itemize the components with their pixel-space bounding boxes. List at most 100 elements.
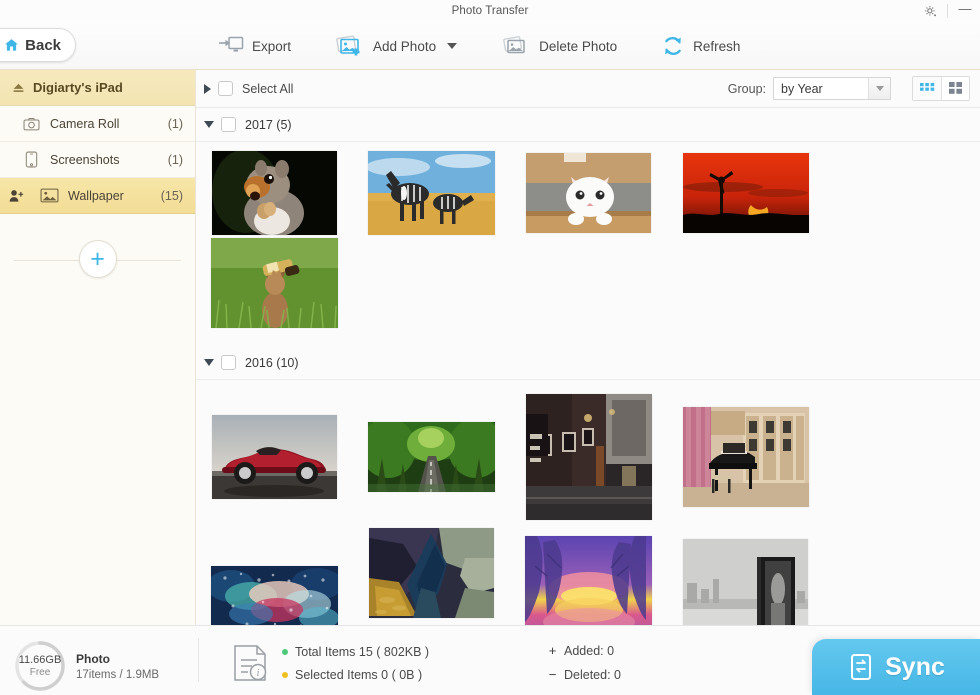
group-header-2016: 2016 (10) bbox=[196, 346, 980, 380]
export-button[interactable]: Export bbox=[196, 22, 313, 70]
thumb-piano-room bbox=[682, 407, 809, 507]
thumb-squirrel-bottle bbox=[211, 238, 338, 328]
view-mode-large-button[interactable] bbox=[941, 77, 969, 100]
expand-all-toggle[interactable] bbox=[204, 83, 211, 94]
add-photo-button[interactable]: Add Photo bbox=[313, 22, 479, 70]
phone-icon bbox=[12, 151, 50, 168]
view-mode-small-button[interactable] bbox=[913, 77, 941, 100]
items-lines: Total Items 15 ( 802KB ) Selected Items … bbox=[282, 645, 429, 682]
thumb-sunset-windmill bbox=[682, 153, 809, 233]
grid-small-icon bbox=[919, 82, 934, 91]
gear-icon bbox=[924, 5, 936, 16]
eject-icon bbox=[13, 83, 24, 92]
change-counts: + Added: 0 − Deleted: 0 bbox=[548, 643, 621, 682]
storage-detail: Photo 17items / 1.9MB bbox=[76, 652, 159, 681]
sync-label: Sync bbox=[885, 652, 945, 681]
back-button[interactable]: Back bbox=[0, 28, 76, 62]
sync-device-icon bbox=[851, 654, 872, 680]
photo-thumbnail[interactable] bbox=[196, 528, 353, 625]
photo-thumbnail[interactable] bbox=[510, 148, 667, 238]
photo-thumbnail[interactable] bbox=[667, 528, 824, 625]
collapse-toggle[interactable] bbox=[204, 359, 214, 366]
thumb-squirrel bbox=[212, 151, 337, 235]
settings-button[interactable] bbox=[915, 0, 945, 22]
sidebar-item-count: (1) bbox=[167, 152, 183, 167]
status-bar: 11.66GB Free Photo 17items / 1.9MB i Tot… bbox=[0, 625, 980, 695]
delete-photo-icon bbox=[503, 35, 525, 53]
toolbar-actions: Export Add Photo Delete Photo Refresh bbox=[196, 22, 762, 70]
control-divider bbox=[947, 4, 948, 18]
total-items-line: Total Items 15 ( 802KB ) bbox=[282, 645, 429, 659]
add-album-button[interactable]: + bbox=[78, 240, 117, 278]
added-text: Added: 0 bbox=[564, 643, 615, 658]
chevron-down-icon[interactable] bbox=[447, 43, 458, 49]
refresh-button[interactable]: Refresh bbox=[639, 22, 762, 70]
plus-icon: + bbox=[90, 244, 105, 273]
window-controls: — bbox=[915, 0, 980, 22]
thumb-zebras bbox=[368, 151, 495, 235]
thumb-red-car bbox=[212, 415, 337, 499]
device-row[interactable]: Digiarty's iPad bbox=[0, 70, 195, 106]
thumbnail-grid-2017 bbox=[196, 142, 980, 328]
collapse-toggle[interactable] bbox=[204, 121, 214, 128]
minimize-button[interactable]: — bbox=[950, 0, 980, 22]
chevron-down-icon[interactable] bbox=[868, 78, 890, 99]
group-checkbox[interactable] bbox=[221, 355, 236, 370]
sidebar-item-screenshots[interactable]: Screenshots (1) bbox=[0, 142, 195, 178]
sidebar-item-count: (1) bbox=[167, 116, 183, 131]
photo-thumbnail[interactable] bbox=[667, 148, 824, 238]
photo-transfer-window: Photo Transfer — Back Export Add Photo D… bbox=[0, 0, 980, 695]
group-controls: Group: by Year bbox=[728, 76, 970, 101]
add-photo-label: Add Photo bbox=[373, 38, 437, 54]
group-label-text: 2017 (5) bbox=[245, 117, 292, 132]
storage-state: Free bbox=[29, 666, 51, 678]
photo-thumbnail[interactable] bbox=[353, 386, 510, 528]
photo-thumbnail[interactable] bbox=[353, 148, 510, 238]
thumb-bokeh-rain bbox=[211, 566, 338, 625]
thumb-bw-doorway bbox=[683, 539, 808, 625]
group-select[interactable]: by Year bbox=[773, 77, 891, 100]
content-toolbar: Select All Group: by Year bbox=[196, 70, 980, 108]
select-all-checkbox[interactable] bbox=[218, 81, 233, 96]
deleted-text: Deleted: 0 bbox=[564, 667, 621, 682]
minus-sign-icon: − bbox=[548, 667, 557, 682]
total-items-text: Total Items 15 ( 802KB ) bbox=[295, 644, 430, 659]
photo-thumbnail[interactable] bbox=[510, 528, 667, 625]
sync-button[interactable]: Sync bbox=[812, 639, 980, 695]
home-icon bbox=[5, 39, 19, 51]
document-info-icon: i bbox=[234, 645, 267, 681]
thumb-aerial-canyon bbox=[369, 528, 494, 618]
photo-thumbnail[interactable] bbox=[196, 148, 353, 238]
storage-info: 11.66GB Free Photo 17items / 1.9MB bbox=[14, 640, 159, 692]
window-title: Photo Transfer bbox=[451, 5, 529, 17]
delete-photo-button[interactable]: Delete Photo bbox=[479, 22, 639, 70]
photo-thumbnail[interactable] bbox=[667, 386, 824, 528]
group-header-2017: 2017 (5) bbox=[196, 108, 980, 142]
photo-thumbnail[interactable] bbox=[353, 528, 510, 618]
add-user-icon[interactable] bbox=[9, 189, 25, 203]
sidebar-item-label: Wallpaper bbox=[68, 188, 124, 203]
storage-kind: Photo bbox=[76, 651, 110, 666]
sidebar-item-camera-roll[interactable]: Camera Roll (1) bbox=[0, 106, 195, 142]
thumb-dark-street bbox=[525, 394, 652, 520]
plus-sign-icon: + bbox=[548, 643, 557, 658]
thumb-tree-road bbox=[368, 422, 495, 492]
photo-thumbnail[interactable] bbox=[510, 386, 667, 528]
sidebar-item-count: (15) bbox=[160, 188, 183, 203]
photo-scroll-area[interactable]: 2017 (5) 2016 (10) bbox=[196, 108, 980, 625]
thumb-cat bbox=[526, 153, 651, 233]
storage-size: 11.66GB bbox=[18, 654, 62, 667]
export-label: Export bbox=[252, 38, 292, 54]
group-checkbox[interactable] bbox=[221, 117, 236, 132]
delete-photo-label: Delete Photo bbox=[539, 38, 618, 54]
selected-items-text: Selected Items 0 ( 0B ) bbox=[295, 667, 423, 682]
sidebar-item-label: Screenshots bbox=[50, 152, 120, 167]
add-photo-icon bbox=[336, 34, 360, 55]
photo-thumbnail[interactable] bbox=[196, 238, 353, 328]
group-label: Group: bbox=[727, 81, 766, 96]
group-select-value: by Year bbox=[781, 81, 823, 96]
main-toolbar: Back Export Add Photo Delete Photo Refre… bbox=[0, 22, 980, 70]
view-mode-toggle bbox=[912, 76, 970, 101]
photo-thumbnail[interactable] bbox=[196, 386, 353, 528]
sidebar-item-wallpaper[interactable]: Wallpaper (15) bbox=[0, 178, 195, 214]
